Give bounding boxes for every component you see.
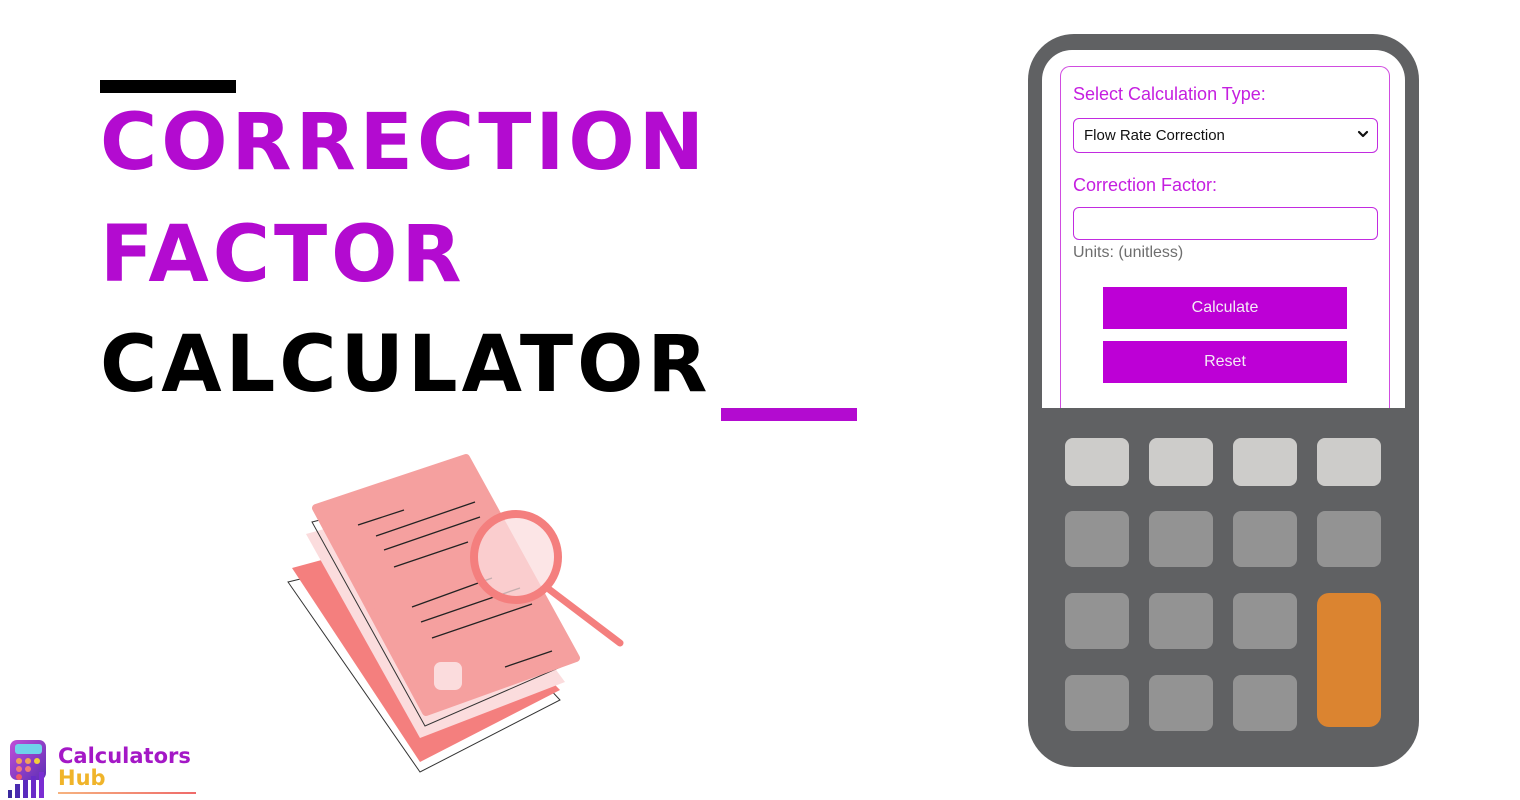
correction-factor-input[interactable] (1073, 207, 1378, 240)
keypad-key (1233, 675, 1297, 731)
title-decor-bar-top (100, 80, 236, 93)
keypad-key (1149, 511, 1213, 567)
logo-calculator-icon (8, 740, 46, 798)
logo-text-line1: Calculators (58, 744, 191, 768)
keypad-key (1149, 438, 1213, 486)
title-decor-bar-bottom (721, 408, 857, 421)
keypad-key (1149, 675, 1213, 731)
page-stamp (434, 662, 462, 690)
keypad-key (1233, 593, 1297, 649)
calc-type-label: Select Calculation Type: (1073, 84, 1266, 104)
logo-underline (58, 792, 196, 794)
calculators-hub-logo[interactable]: Calculators Hub (6, 738, 196, 800)
keypad-key (1233, 438, 1297, 486)
title-line-3: Calculator (100, 320, 712, 410)
title-line-2: Factor (100, 210, 466, 300)
calc-type-select[interactable]: Flow Rate Correction (1073, 118, 1378, 153)
documents-magnifier-illustration (287, 454, 624, 773)
keypad-key (1149, 593, 1213, 649)
keypad-key (1317, 511, 1381, 567)
calculate-button[interactable]: Calculate (1103, 287, 1347, 329)
logo-text-line2: Hub (58, 766, 106, 790)
correction-factor-label: Correction Factor: (1073, 175, 1218, 195)
keypad-key (1065, 511, 1129, 567)
keypad-key (1065, 675, 1129, 731)
chevron-down-icon (1357, 130, 1369, 138)
title-line-1: Correction (100, 98, 709, 188)
reset-button[interactable]: Reset (1103, 341, 1347, 383)
keypad-key (1317, 593, 1381, 727)
keypad-key (1065, 438, 1129, 486)
keypad-key (1317, 438, 1381, 486)
keypad-key (1233, 511, 1297, 567)
calc-type-selected-value: Flow Rate Correction (1084, 127, 1225, 144)
keypad-key (1065, 593, 1129, 649)
units-text: Units: (unitless) (1073, 244, 1184, 261)
